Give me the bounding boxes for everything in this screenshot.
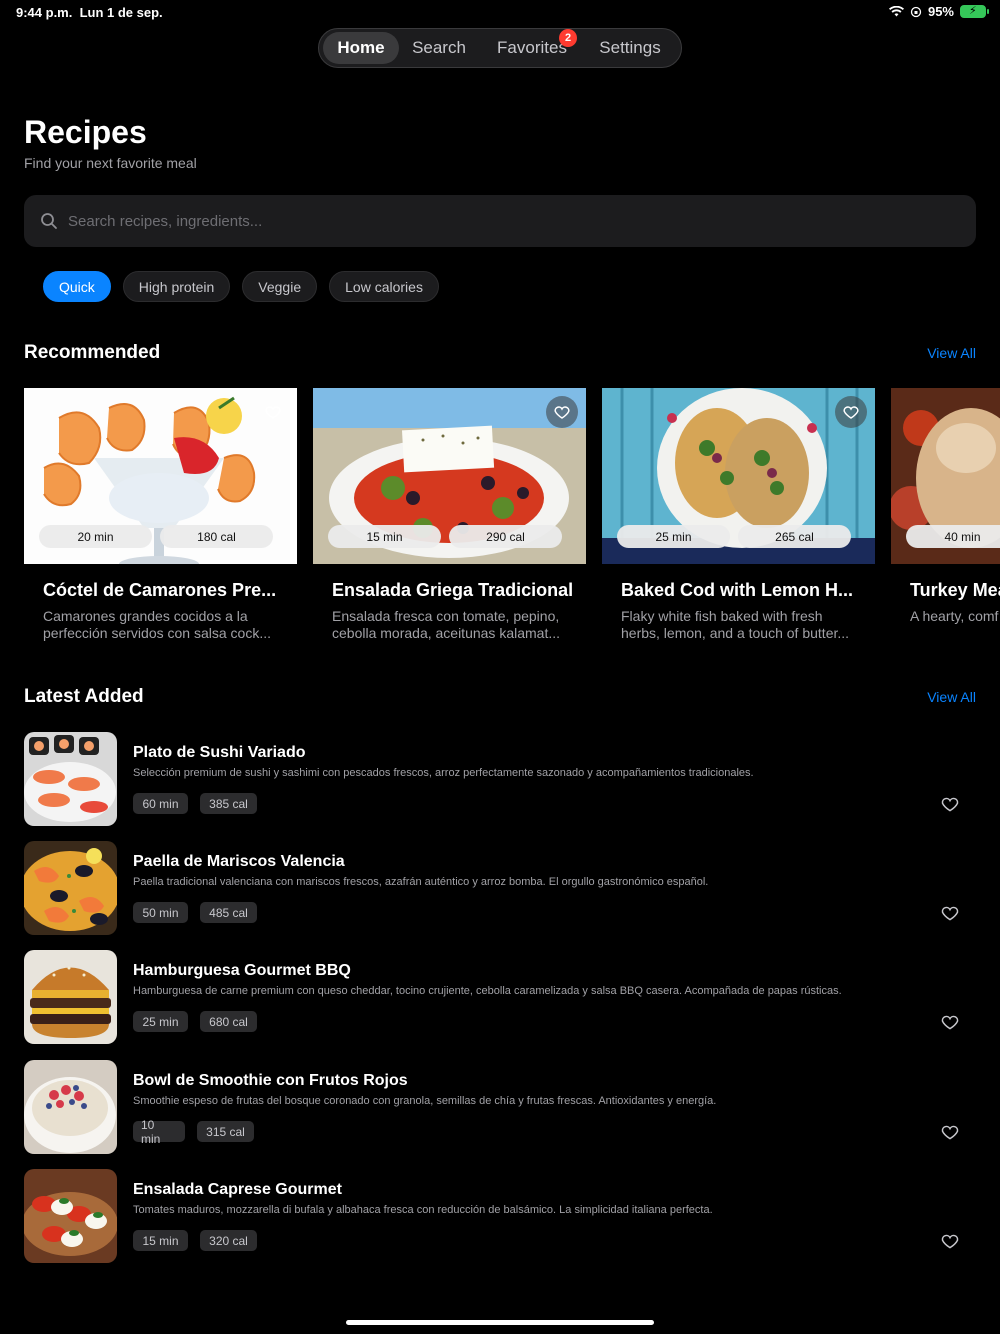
recipe-title: Turkey Mea xyxy=(910,580,1000,600)
heart-icon xyxy=(265,406,281,419)
wifi-icon xyxy=(888,6,904,17)
recipe-title: Bowl de Smoothie con Frutos Rojos xyxy=(133,1072,408,1089)
recipe-card[interactable]: 20 min 180 cal Cóctel de Camarones Pre..… xyxy=(24,388,297,648)
recipe-title: Baked Cod with Lemon H... xyxy=(621,580,854,600)
recipe-title: Hamburguesa Gourmet BBQ xyxy=(133,962,351,979)
list-item[interactable]: Ensalada Caprese Gourmet Tomates maduros… xyxy=(24,1169,976,1263)
list-item[interactable]: Hamburguesa Gourmet BBQ Hamburguesa de c… xyxy=(24,950,976,1044)
recommended-view-all-link[interactable]: View All xyxy=(927,345,976,361)
list-item[interactable]: Paella de Mariscos Valencia Paella tradi… xyxy=(24,841,976,935)
tab-home[interactable]: Home xyxy=(323,32,399,64)
recipe-description: Hamburguesa de carne premium con queso c… xyxy=(133,985,842,997)
status-right: 95% ⚡ xyxy=(888,4,989,19)
orientation-lock-icon xyxy=(910,6,922,17)
recommended-carousel[interactable]: 20 min 180 cal Cóctel de Camarones Pre..… xyxy=(24,388,1000,648)
time-pill: 15 min xyxy=(328,525,441,548)
calories-tag: 680 cal xyxy=(200,1011,257,1032)
recipe-title: Paella de Mariscos Valencia xyxy=(133,853,345,870)
recipe-card[interactable]: 15 min 290 cal Ensalada Griega Tradicion… xyxy=(313,388,586,648)
recipe-thumbnail xyxy=(24,950,117,1044)
calories-pill: 180 cal xyxy=(160,525,273,548)
recipe-thumbnail xyxy=(24,841,117,935)
battery-percent: 95% xyxy=(927,4,954,19)
recipe-description: Flaky white fish baked with fresh herbs,… xyxy=(621,608,850,641)
filter-chip-high-protein[interactable]: High protein xyxy=(122,271,231,302)
latest-title: Latest Added xyxy=(24,686,144,707)
calories-tag: 385 cal xyxy=(200,793,257,814)
search-bar[interactable] xyxy=(24,195,976,247)
list-item[interactable]: Bowl de Smoothie con Frutos Rojos Smooth… xyxy=(24,1060,976,1154)
battery-icon: ⚡ xyxy=(960,5,989,18)
recipe-thumbnail xyxy=(24,732,117,826)
list-item[interactable]: Plato de Sushi Variado Selección premium… xyxy=(24,732,976,826)
heart-icon[interactable] xyxy=(940,1012,960,1032)
recommended-title: Recommended xyxy=(24,342,161,363)
favorites-badge: 2 xyxy=(559,29,577,47)
filter-chip-low-calories[interactable]: Low calories xyxy=(329,271,439,302)
page-title: Recipes xyxy=(24,114,147,150)
recipe-title: Cóctel de Camarones Pre... xyxy=(43,580,277,600)
search-icon xyxy=(41,213,57,229)
latest-view-all-link[interactable]: View All xyxy=(927,689,976,705)
heart-icon xyxy=(554,406,570,419)
status-time: 9:44 p.m. Lun 1 de sep. xyxy=(16,5,163,20)
favorite-button[interactable] xyxy=(546,396,578,428)
time-tag: 10 min xyxy=(133,1118,185,1146)
heart-icon[interactable] xyxy=(940,1231,960,1251)
filter-chip-quick[interactable]: Quick xyxy=(43,271,111,302)
time-pill: 20 min xyxy=(39,525,152,548)
recipe-card[interactable]: 25 min 265 cal Baked Cod with Lemon H...… xyxy=(602,388,875,648)
tab-favorites[interactable]: Favorites 2 xyxy=(479,29,585,64)
time-tag: 15 min xyxy=(133,1230,188,1251)
heart-icon[interactable] xyxy=(940,903,960,923)
calories-pill: 265 cal xyxy=(738,525,851,548)
recipe-thumbnail xyxy=(24,1060,117,1154)
recipe-title: Plato de Sushi Variado xyxy=(133,744,306,761)
filter-chips: Quick High protein Veggie Low calories xyxy=(43,271,439,302)
calories-tag: 315 cal xyxy=(197,1121,254,1142)
recipe-description: A hearty, comf turkey meatba xyxy=(910,608,1000,624)
filter-chip-veggie[interactable]: Veggie xyxy=(242,271,318,302)
recipe-thumbnail xyxy=(24,1169,117,1263)
tab-search[interactable]: Search xyxy=(399,32,479,64)
favorite-button[interactable] xyxy=(257,396,289,428)
heart-icon xyxy=(843,406,859,419)
recipe-title: Ensalada Griega Tradicional xyxy=(332,580,574,600)
recipe-description: Camarones grandes cocidos a la perfecció… xyxy=(43,608,271,641)
calories-tag: 320 cal xyxy=(200,1230,257,1251)
time-pill: 40 min xyxy=(906,525,1000,548)
time-tag: 60 min xyxy=(133,793,188,814)
tab-bar: Home Search Favorites 2 Settings xyxy=(318,28,682,68)
recipe-card[interactable]: 40 min Turkey Mea A hearty, comf turkey … xyxy=(891,388,1000,648)
time-tag: 50 min xyxy=(133,902,188,923)
time-pill: 25 min xyxy=(617,525,730,548)
recipe-title: Ensalada Caprese Gourmet xyxy=(133,1181,342,1198)
search-input[interactable] xyxy=(68,212,976,230)
tab-settings[interactable]: Settings xyxy=(585,32,675,64)
heart-icon[interactable] xyxy=(940,1122,960,1142)
recipe-description: Tomates maduros, mozzarella di bufala y … xyxy=(133,1204,713,1216)
recipe-description: Ensalada fresca con tomate, pepino, cebo… xyxy=(332,608,561,641)
recipe-description: Paella tradicional valenciana con marisc… xyxy=(133,876,709,888)
home-indicator[interactable] xyxy=(346,1320,654,1325)
calories-tag: 485 cal xyxy=(200,902,257,923)
recipe-description: Selección premium de sushi y sashimi con… xyxy=(133,767,754,779)
page-subtitle: Find your next favorite meal xyxy=(24,155,197,171)
heart-icon[interactable] xyxy=(940,794,960,814)
recipe-description: Smoothie espeso de frutas del bosque cor… xyxy=(133,1095,717,1107)
time-tag: 25 min xyxy=(133,1011,188,1032)
status-bar: 9:44 p.m. Lun 1 de sep. 95% ⚡ xyxy=(0,0,1000,24)
favorite-button[interactable] xyxy=(835,396,867,428)
calories-pill: 290 cal xyxy=(449,525,562,548)
